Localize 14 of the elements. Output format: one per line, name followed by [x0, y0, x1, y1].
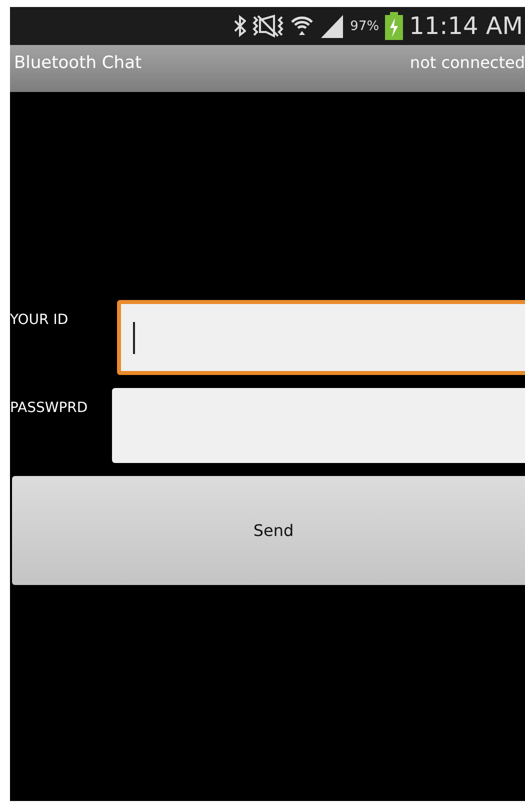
battery-charging-icon	[385, 12, 404, 40]
battery-percent: 97%	[350, 18, 380, 34]
send-button[interactable]: Send	[12, 476, 525, 585]
field-label: YOUR ID	[10, 312, 70, 328]
signal-icon	[320, 13, 344, 39]
bluetooth-icon	[234, 15, 246, 37]
connection-status: not connected	[410, 53, 525, 72]
wifi-icon	[290, 14, 314, 38]
mute-vibrate-icon	[252, 14, 284, 38]
input-field[interactable]	[112, 388, 525, 463]
field-label: PASSWPRD	[10, 400, 89, 416]
app-title: Bluetooth Chat	[14, 52, 142, 72]
clock-time: 11:14 AM	[409, 12, 523, 40]
input-field[interactable]	[117, 300, 525, 375]
